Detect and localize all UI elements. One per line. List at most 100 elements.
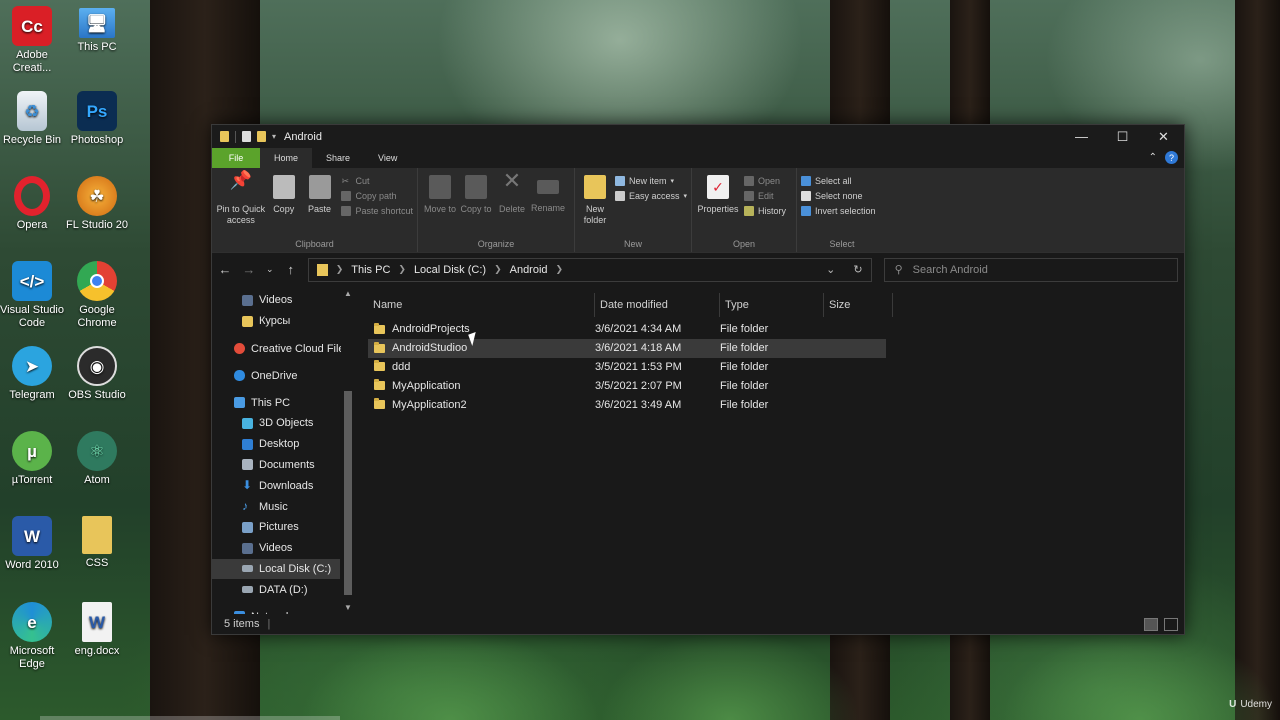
properties-button[interactable]: ✓ Properties [696,172,740,236]
delete-button[interactable]: ✕ Delete [494,170,530,236]
column-name[interactable]: Name [368,293,595,317]
file-row[interactable]: AndroidStudioo 3/6/2021 4:18 AM File fol… [368,338,886,358]
tab-share[interactable]: Share [312,148,364,168]
open-button[interactable]: Open [744,176,786,186]
tab-view[interactable]: View [364,148,411,168]
new-folder-button[interactable]: New folder [579,172,611,236]
desktop-icon-telegram[interactable]: ➤ Telegram [0,346,66,402]
file-row[interactable]: ddd 3/5/2021 1:53 PM File folder [368,358,886,377]
ribbon: 📌 Pin to Quick access Copy Paste ✂ Cut Co… [212,168,1184,253]
nav-item-creative-cloud[interactable]: Creative Cloud Files [212,339,355,360]
tab-home[interactable]: Home [260,148,313,168]
nav-item-music[interactable]: ♪ Music [212,496,355,517]
edge-icon: e [12,602,52,642]
close-button[interactable]: ✕ [1143,125,1184,148]
folder-icon [242,315,253,327]
nav-item-videos[interactable]: Videos [212,538,355,559]
scrollbar-thumb[interactable] [344,391,352,595]
desktop-icon [242,438,253,450]
desktop-icon-eng-docx[interactable]: W eng.docx [63,602,131,658]
copy-path-button[interactable]: Copy path [341,191,413,201]
help-icon[interactable]: ? [1165,151,1178,164]
nav-item-onedrive[interactable]: OneDrive [212,365,355,386]
details-view-icon[interactable] [1144,617,1158,631]
properties-quick-icon[interactable] [242,131,251,142]
pin-to-quick-access-button[interactable]: 📌 Pin to Quick access [216,171,266,236]
tab-file[interactable]: File [212,148,260,168]
nav-item-kursy[interactable]: Курсы [212,311,355,332]
window-title: Android [284,130,322,143]
desktop-icon-atom[interactable]: ⚛ Atom [63,431,131,487]
forward-arrow-icon[interactable]: → [242,262,256,277]
nav-scrollbar[interactable]: ▲ ▼ [341,287,355,614]
music-icon: ♪ [242,499,248,514]
search-input[interactable]: ⚲ Search Android [883,257,1179,282]
history-button[interactable]: History [744,206,786,216]
desktop-icon-chrome[interactable]: Google Chrome [63,261,131,330]
desktop-icon-css[interactable]: CSS [63,516,131,570]
select-none-button[interactable]: Select none [801,191,876,201]
file-row[interactable]: MyApplication 3/5/2021 2:07 PM File fold… [368,376,886,395]
file-row[interactable]: AndroidProjects 3/6/2021 4:34 AM File fo… [368,320,886,339]
breadcrumb-android[interactable]: Android [510,264,548,276]
nav-item-desktop[interactable]: Desktop [212,434,355,455]
nav-item-3d-objects[interactable]: 3D Objects [212,413,355,434]
computer-icon: 🖥 [79,8,115,38]
scissors-icon: ✂ [341,176,350,186]
easy-access-button[interactable]: Easy access ▾ [614,191,687,201]
desktop-icon-vscode[interactable]: </> Visual Studio Code [0,261,66,330]
up-arrow-icon[interactable]: ↑ [284,262,298,277]
desktop-icon-recycle-bin[interactable]: ♻ Recycle Bin [0,91,66,147]
large-icons-view-icon[interactable] [1164,617,1178,631]
nav-item-pictures[interactable]: Pictures [212,517,355,538]
column-size[interactable]: Size [824,293,893,317]
desktop-icon-fl-studio[interactable]: ☘ FL Studio 20 [63,176,131,232]
nav-item-videos-top[interactable]: Videos [212,290,355,311]
scroll-down-icon[interactable]: ▼ [341,603,355,612]
edit-button[interactable]: Edit [744,191,786,201]
file-row[interactable]: MyApplication2 3/6/2021 3:49 AM File fol… [368,395,886,414]
column-type[interactable]: Type [720,293,824,317]
desktop-icon-photoshop[interactable]: Ps Photoshop [63,91,131,147]
back-arrow-icon[interactable]: ← [218,262,232,277]
move-to-icon [429,175,451,199]
move-to-button[interactable]: Move to [422,172,458,236]
copy-button[interactable]: Copy [266,172,302,236]
refresh-icon[interactable]: ↻ [853,263,862,276]
nav-item-local-disk[interactable]: Local Disk (C:) [212,558,340,580]
invert-selection-button[interactable]: Invert selection [801,206,876,216]
collapse-ribbon-icon[interactable]: ⌃ [1149,152,1157,163]
desktop-icon-this-pc[interactable]: 🖥 This PC [63,8,131,54]
cut-button[interactable]: ✂ Cut [341,176,413,186]
copy-icon [272,175,295,199]
desktop-icon-utorrent[interactable]: µ µTorrent [0,431,66,487]
paste-shortcut-button[interactable]: Paste shortcut [341,206,413,216]
maximize-button[interactable]: ☐ [1102,125,1143,148]
desktop-icon-adobe[interactable]: Cc Adobe Creati... [0,6,66,75]
desktop-icon-word[interactable]: W Word 2010 [0,516,66,572]
address-bar[interactable]: ❯ This PC ❯ Local Disk (C:) ❯ Android ❯ … [307,257,872,282]
desktop-icon-opera[interactable]: Opera [0,176,66,232]
select-all-button[interactable]: Select all [801,176,876,186]
nav-item-downloads[interactable]: ⬇ Downloads [212,475,355,496]
minimize-button[interactable]: — [1061,125,1102,148]
word-icon: W [12,516,52,556]
customize-qat-icon[interactable]: ▾ [272,132,276,141]
nav-item-this-pc[interactable]: This PC [212,392,355,413]
nav-item-documents[interactable]: Documents [212,455,355,476]
paste-button[interactable]: Paste [302,172,338,236]
history-icon [744,206,754,216]
copy-to-button[interactable]: Copy to [458,172,494,236]
desktop-icon-obs[interactable]: ◉ OBS Studio [63,346,131,402]
column-date-modified[interactable]: Date modified [595,293,720,317]
recent-locations-icon[interactable]: ⌄ [266,264,274,275]
breadcrumb-local-disk[interactable]: Local Disk (C:) [414,264,486,276]
breadcrumb-this-pc[interactable]: This PC [351,264,390,276]
new-item-button[interactable]: New item ▾ [614,176,687,186]
nav-item-data-d[interactable]: DATA (D:) [212,579,355,600]
desktop-icon-edge[interactable]: e Microsoft Edge [0,602,66,671]
scroll-up-icon[interactable]: ▲ [341,289,355,298]
new-folder-quick-icon[interactable] [257,131,266,142]
address-dropdown-icon[interactable]: ⌄ [826,263,835,276]
rename-button[interactable]: Rename [530,172,566,236]
